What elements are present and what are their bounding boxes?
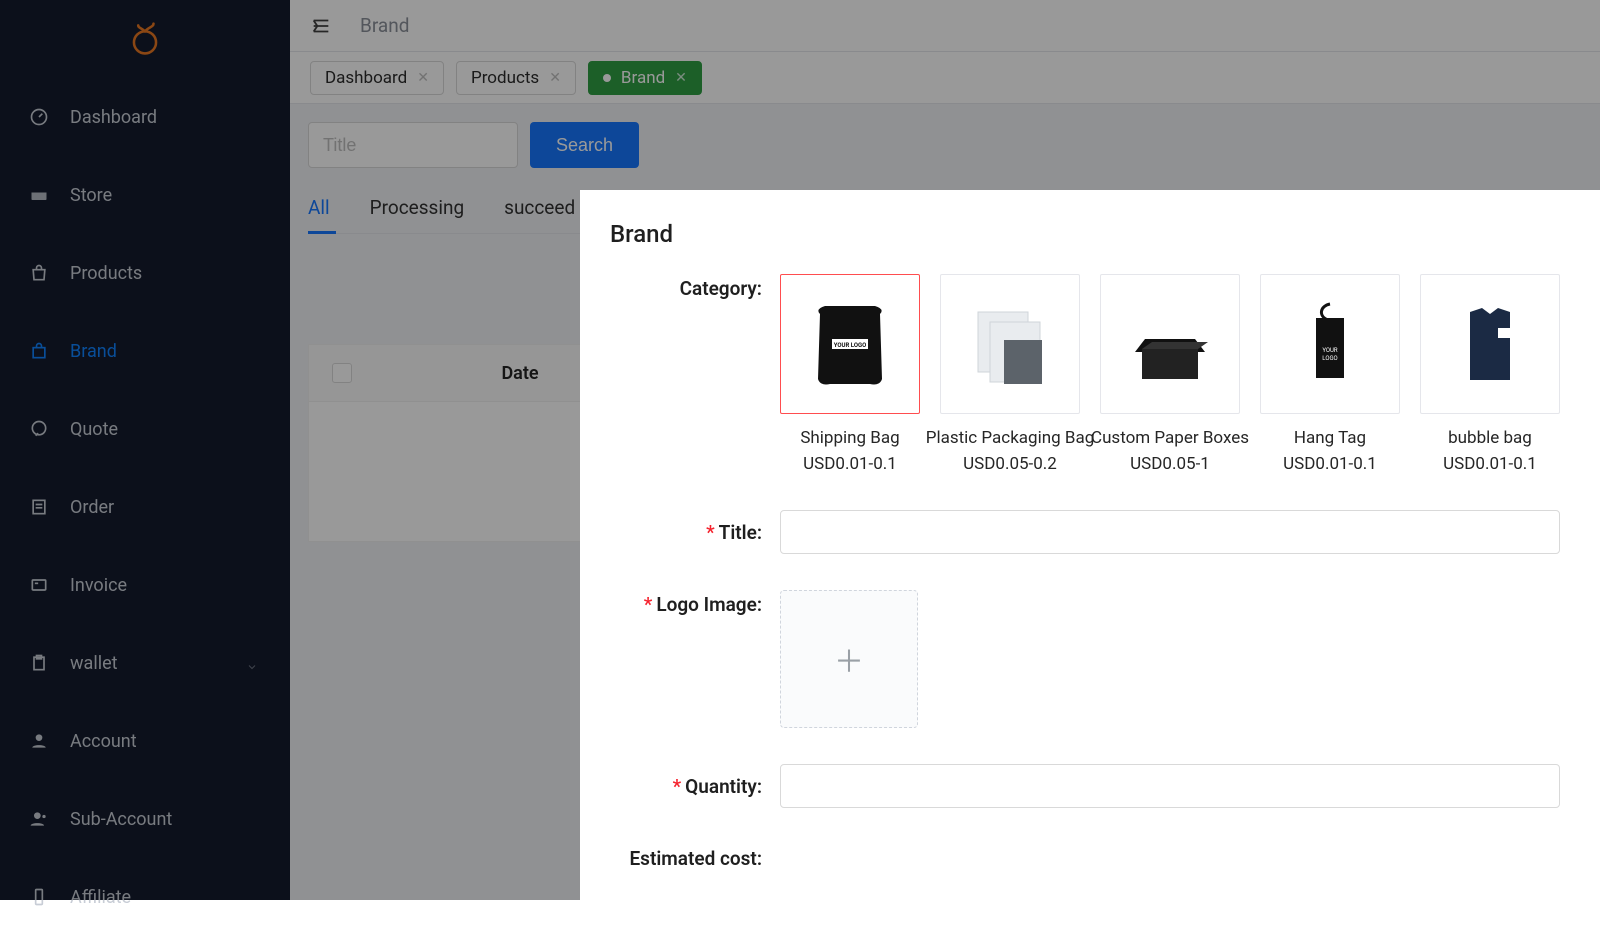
title-input[interactable]: [780, 510, 1560, 554]
category-price: USD0.01-0.1: [1283, 454, 1377, 474]
shipping-bag-icon: YOUR LOGO: [800, 294, 900, 394]
category-name: Plastic Packaging Bag: [926, 428, 1095, 448]
category-thumb: [940, 274, 1080, 414]
logo-uploader[interactable]: ＋: [780, 590, 918, 728]
label-cost: Estimated cost:: [610, 844, 780, 872]
category-thumb: [1420, 274, 1560, 414]
svg-text:LOGO: LOGO: [1322, 355, 1337, 362]
svg-text:YOUR: YOUR: [1322, 347, 1338, 354]
label-title: *Title:: [610, 518, 780, 546]
label-quantity: *Quantity:: [610, 772, 780, 800]
plus-icon: ＋: [834, 637, 864, 681]
label-logo: *Logo Image:: [610, 590, 780, 728]
paper-box-icon: [1120, 294, 1220, 394]
category-bubble-bag[interactable]: bubble bag USD0.01-0.1: [1420, 274, 1560, 474]
category-name: bubble bag: [1448, 428, 1532, 448]
required-asterisk: *: [644, 593, 653, 616]
quantity-input[interactable]: [780, 764, 1560, 808]
required-asterisk: *: [706, 521, 715, 544]
label-category: Category:: [610, 274, 780, 474]
category-price: USD0.05-1: [1130, 454, 1210, 474]
category-hang-tag[interactable]: YOUR LOGO Hang Tag USD0.01-0.1: [1260, 274, 1400, 474]
category-name: Hang Tag: [1294, 428, 1366, 448]
category-name: Shipping Bag: [800, 428, 899, 448]
category-list: YOUR LOGO Shipping Bag USD0.01-0.1 Plast…: [780, 274, 1560, 474]
hang-tag-icon: YOUR LOGO: [1280, 294, 1380, 394]
drawer-title: Brand: [610, 220, 1560, 248]
plastic-bag-icon: [960, 294, 1060, 394]
svg-text:YOUR LOGO: YOUR LOGO: [834, 342, 866, 349]
category-price: USD0.01-0.1: [803, 454, 897, 474]
category-price: USD0.01-0.1: [1443, 454, 1537, 474]
category-name: Custom Paper Boxes: [1091, 428, 1249, 448]
category-price: USD0.05-0.2: [963, 454, 1057, 474]
required-asterisk: *: [673, 775, 682, 798]
category-thumb: YOUR LOGO: [780, 274, 920, 414]
shirt-icon: [1440, 294, 1540, 394]
category-paper-box[interactable]: Custom Paper Boxes USD0.05-1: [1100, 274, 1240, 474]
category-shipping-bag[interactable]: YOUR LOGO Shipping Bag USD0.01-0.1: [780, 274, 920, 474]
category-thumb: YOUR LOGO: [1260, 274, 1400, 414]
brand-drawer: Brand Category: YOUR LOGO Shipping Bag U…: [580, 190, 1600, 900]
category-plastic-bag[interactable]: Plastic Packaging Bag USD0.05-0.2: [940, 274, 1080, 474]
category-thumb: [1100, 274, 1240, 414]
